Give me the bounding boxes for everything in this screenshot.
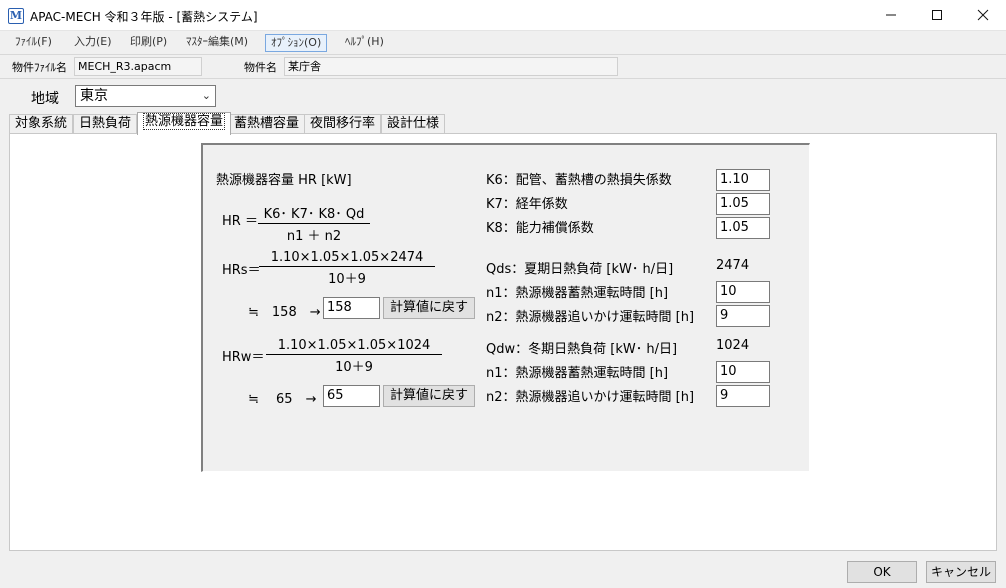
- n2-summer-label: n2：熱源機器追いかけ運転時間 [h]: [486, 310, 695, 325]
- hrs-formula-denominator: 10＋9: [328, 272, 366, 287]
- n1-summer-input[interactable]: 10: [716, 281, 770, 303]
- n1-summer-label: n1：熱源機器蓄熱運転時間 [h]: [486, 286, 669, 301]
- menu-file[interactable]: ﾌｧｲﾙ(F): [10, 34, 57, 52]
- n2-summer-input[interactable]: 9: [716, 305, 770, 327]
- qdw-label: Qdw：冬期日熱負荷 [kW･ h/日]: [486, 342, 678, 357]
- menu-bar: ﾌｧｲﾙ(F) 入力(E) 印刷(P) ﾏｽﾀｰ編集(M) ｵﾌﾟｼｮﾝ(O) …: [0, 31, 1006, 55]
- k7-label: K7：経年係数: [486, 197, 568, 212]
- hrs-formula-lhs: HRs＝: [222, 263, 261, 278]
- close-button[interactable]: [960, 0, 1006, 31]
- tab-design-spec[interactable]: 設計仕様: [381, 114, 446, 134]
- menu-master-edit[interactable]: ﾏｽﾀｰ編集(M): [181, 34, 253, 52]
- k8-label: K8：能力補償係数: [486, 221, 594, 236]
- hrs-formula-numerator: 1.10×1.05×1.05×2474: [259, 250, 435, 267]
- hrw-formula-denominator: 10＋9: [335, 360, 373, 375]
- k8-input[interactable]: 1.05: [716, 217, 770, 239]
- region-label: 地域: [31, 91, 59, 107]
- k7-input[interactable]: 1.05: [716, 193, 770, 215]
- hrw-approx: ≒ 65 →: [248, 392, 317, 407]
- hrw-formula-lhs: HRw＝: [222, 350, 265, 365]
- app-logo-icon: M: [8, 8, 24, 24]
- hrw-reset-button[interactable]: 計算値に戻す: [383, 385, 475, 407]
- maximize-button[interactable]: [914, 0, 960, 31]
- n2-winter-label: n2：熱源機器追いかけ運転時間 [h]: [486, 390, 695, 405]
- tab-daily-heat-load[interactable]: 日熱負荷: [73, 114, 138, 134]
- hrw-formula-fraction: 1.10×1.05×1.05×1024 10＋9: [266, 338, 442, 375]
- file-name-label: 物件ﾌｧｲﾙ名: [12, 61, 67, 74]
- menu-input[interactable]: 入力(E): [69, 34, 117, 52]
- minimize-button[interactable]: [868, 0, 914, 31]
- tab-night-shift-rate[interactable]: 夜間移行率: [304, 114, 382, 134]
- hrw-formula-numerator: 1.10×1.05×1.05×1024: [266, 338, 442, 355]
- property-name-field: 某庁舎: [284, 57, 618, 76]
- n2-winter-input[interactable]: 9: [716, 385, 770, 407]
- hrs-input[interactable]: 158: [323, 297, 380, 319]
- hrs-reset-button[interactable]: 計算値に戻す: [383, 297, 475, 319]
- title-bar: M APAC-MECH 令和３年版 - [蓄熱システム]: [0, 0, 1006, 31]
- n1-winter-label: n1：熱源機器蓄熱運転時間 [h]: [486, 366, 669, 381]
- hrs-approx: ≒ 158 →: [248, 305, 321, 320]
- maximize-icon: [932, 10, 942, 20]
- qds-label: Qds：夏期日熱負荷 [kW･ h/日]: [486, 262, 674, 277]
- tab-heat-source-capacity[interactable]: 熱源機器容量: [137, 112, 232, 135]
- cancel-button[interactable]: キャンセル: [926, 561, 996, 583]
- file-info-bar: 物件ﾌｧｲﾙ名 MECH_R3.apacm 物件名 某庁舎: [0, 55, 1006, 79]
- hr-formula-lhs: HR ＝: [222, 214, 258, 229]
- hrs-formula-fraction: 1.10×1.05×1.05×2474 10＋9: [259, 250, 435, 287]
- menu-options[interactable]: ｵﾌﾟｼｮﾝ(O): [265, 34, 328, 52]
- k6-input[interactable]: 1.10: [716, 169, 770, 191]
- qdw-value: 1024: [716, 338, 750, 353]
- qds-value: 2474: [716, 258, 750, 273]
- n1-winter-input[interactable]: 10: [716, 361, 770, 383]
- window-title: APAC-MECH 令和３年版 - [蓄熱システム]: [30, 10, 258, 24]
- region-select[interactable]: 東京 ⌄: [75, 85, 216, 107]
- property-name-label: 物件名: [244, 61, 277, 74]
- hr-formula-numerator: K6･ K7･ K8･ Qd: [258, 203, 370, 224]
- hr-formula-fraction: K6･ K7･ K8･ Qd n1 ＋ n2: [258, 203, 370, 244]
- tab-storage-tank-capacity[interactable]: 蓄熱槽容量: [228, 114, 306, 134]
- menu-print[interactable]: 印刷(P): [125, 34, 172, 52]
- hrw-input[interactable]: 65: [323, 385, 380, 407]
- capacity-panel: 熱源機器容量 HR [kW] HR ＝ K6･ K7･ K8･ Qd n1 ＋ …: [201, 143, 810, 472]
- chevron-down-icon: ⌄: [201, 89, 211, 102]
- ok-button[interactable]: OK: [847, 561, 917, 583]
- hr-formula-denominator: n1 ＋ n2: [286, 229, 342, 244]
- region-value: 東京: [80, 88, 108, 104]
- tab-target-system[interactable]: 対象系統: [9, 114, 74, 134]
- close-icon: [977, 9, 989, 21]
- file-name-field: MECH_R3.apacm: [74, 57, 202, 76]
- minimize-icon: [886, 14, 896, 16]
- capacity-heading: 熱源機器容量 HR [kW]: [216, 173, 352, 188]
- k6-label: K6：配管、蓄熱槽の熱損失係数: [486, 173, 672, 188]
- menu-help[interactable]: ﾍﾙﾌﾟ(H): [340, 34, 389, 52]
